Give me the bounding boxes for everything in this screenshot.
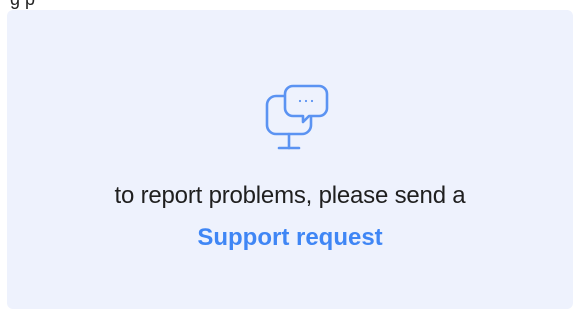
partial-header-text: g p	[10, 0, 35, 10]
support-request-link[interactable]: Support request	[7, 224, 573, 252]
support-card: to report problems, please send a Suppor…	[7, 10, 573, 309]
support-message: to report problems, please send a	[114, 182, 466, 209]
partial-header: g p	[0, 0, 575, 10]
support-chat-monitor-icon	[263, 78, 335, 158]
